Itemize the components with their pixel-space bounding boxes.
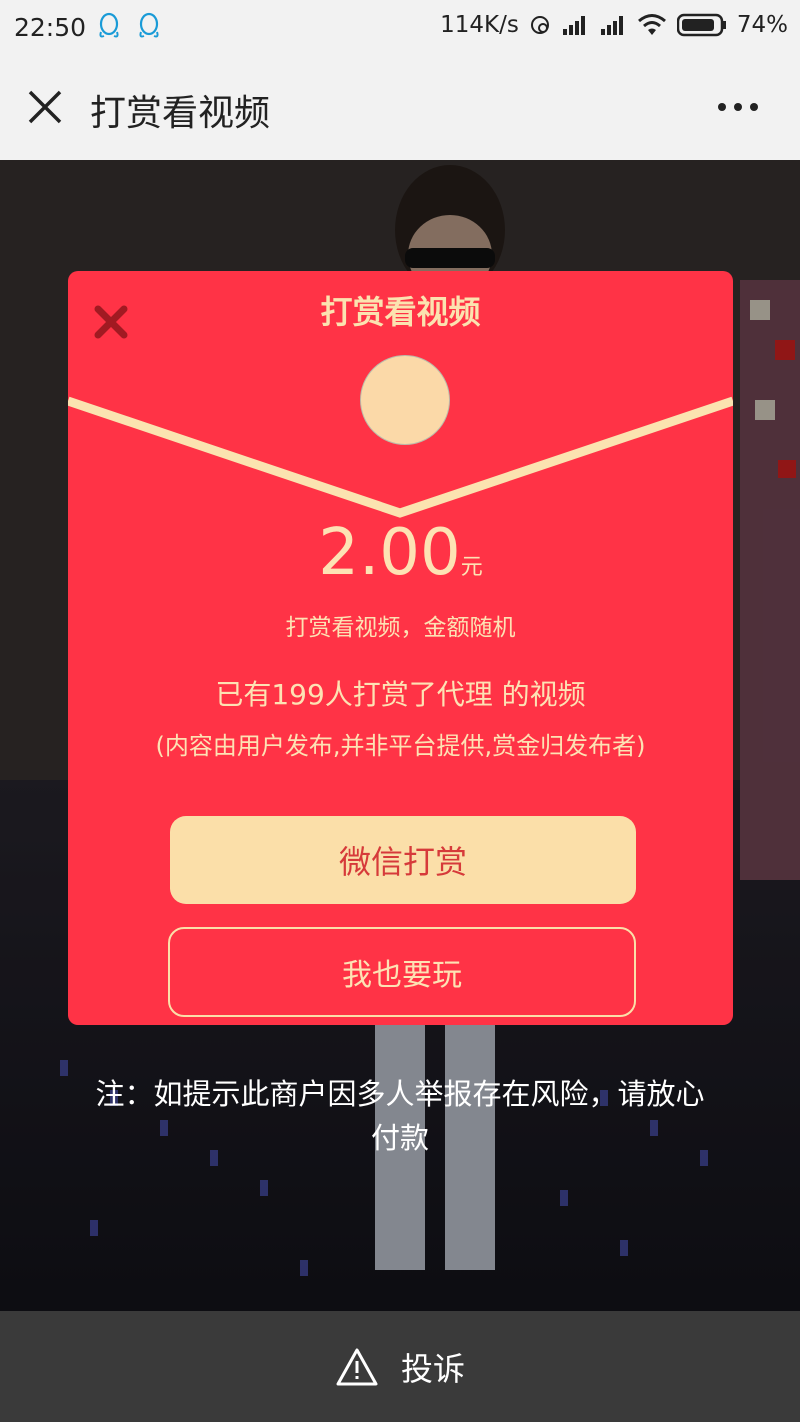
wifi-icon <box>637 14 666 35</box>
report-label: 投诉 <box>400 1349 465 1388</box>
warning-icon <box>336 1348 378 1385</box>
status-bar: 22:50 114K/s 74% <box>0 0 800 56</box>
amount-unit: 元 <box>460 555 483 580</box>
report-bar[interactable]: 投诉 <box>0 1311 800 1422</box>
close-icon[interactable] <box>26 88 64 126</box>
reward-amount: 2.00元 <box>68 516 733 590</box>
reward-disclaimer: (内容由用户发布,并非平台提供,赏金归发布者) <box>155 732 646 760</box>
amount-value: 2.00 <box>318 516 461 590</box>
battery-icon <box>676 13 726 37</box>
coin-avatar <box>360 355 450 445</box>
app-bar: 打赏看视频 <box>0 56 800 161</box>
reward-modal: 打赏看视频 2.00元 打赏看视频，金额随机 已有199人打赏了代理 的视频 (… <box>68 271 733 1025</box>
page-title: 打赏看视频 <box>90 93 271 134</box>
qq-notification-icon <box>99 12 119 38</box>
signal-icon <box>600 16 623 35</box>
more-options-icon[interactable] <box>716 92 760 122</box>
reward-count-text: 已有199人打赏了代理 的视频 <box>215 678 586 711</box>
status-right: 114K/s 74% <box>440 12 788 38</box>
payment-note: 注：如提示此商户因多人举报存在风险，请放心付款 <box>95 1077 705 1155</box>
network-speed: 114K/s <box>440 12 519 38</box>
qq-notification-icon <box>139 12 159 38</box>
modal-title: 打赏看视频 <box>320 293 481 331</box>
status-time: 22:50 <box>14 13 87 42</box>
battery-percent: 74% <box>736 12 788 38</box>
hotspot-icon <box>530 16 549 34</box>
wechat-reward-button[interactable]: 微信打赏 <box>170 816 636 904</box>
play-too-button[interactable]: 我也要玩 <box>168 927 636 1017</box>
reward-subtitle: 打赏看视频，金额随机 <box>285 615 516 641</box>
signal-icon <box>562 16 585 35</box>
